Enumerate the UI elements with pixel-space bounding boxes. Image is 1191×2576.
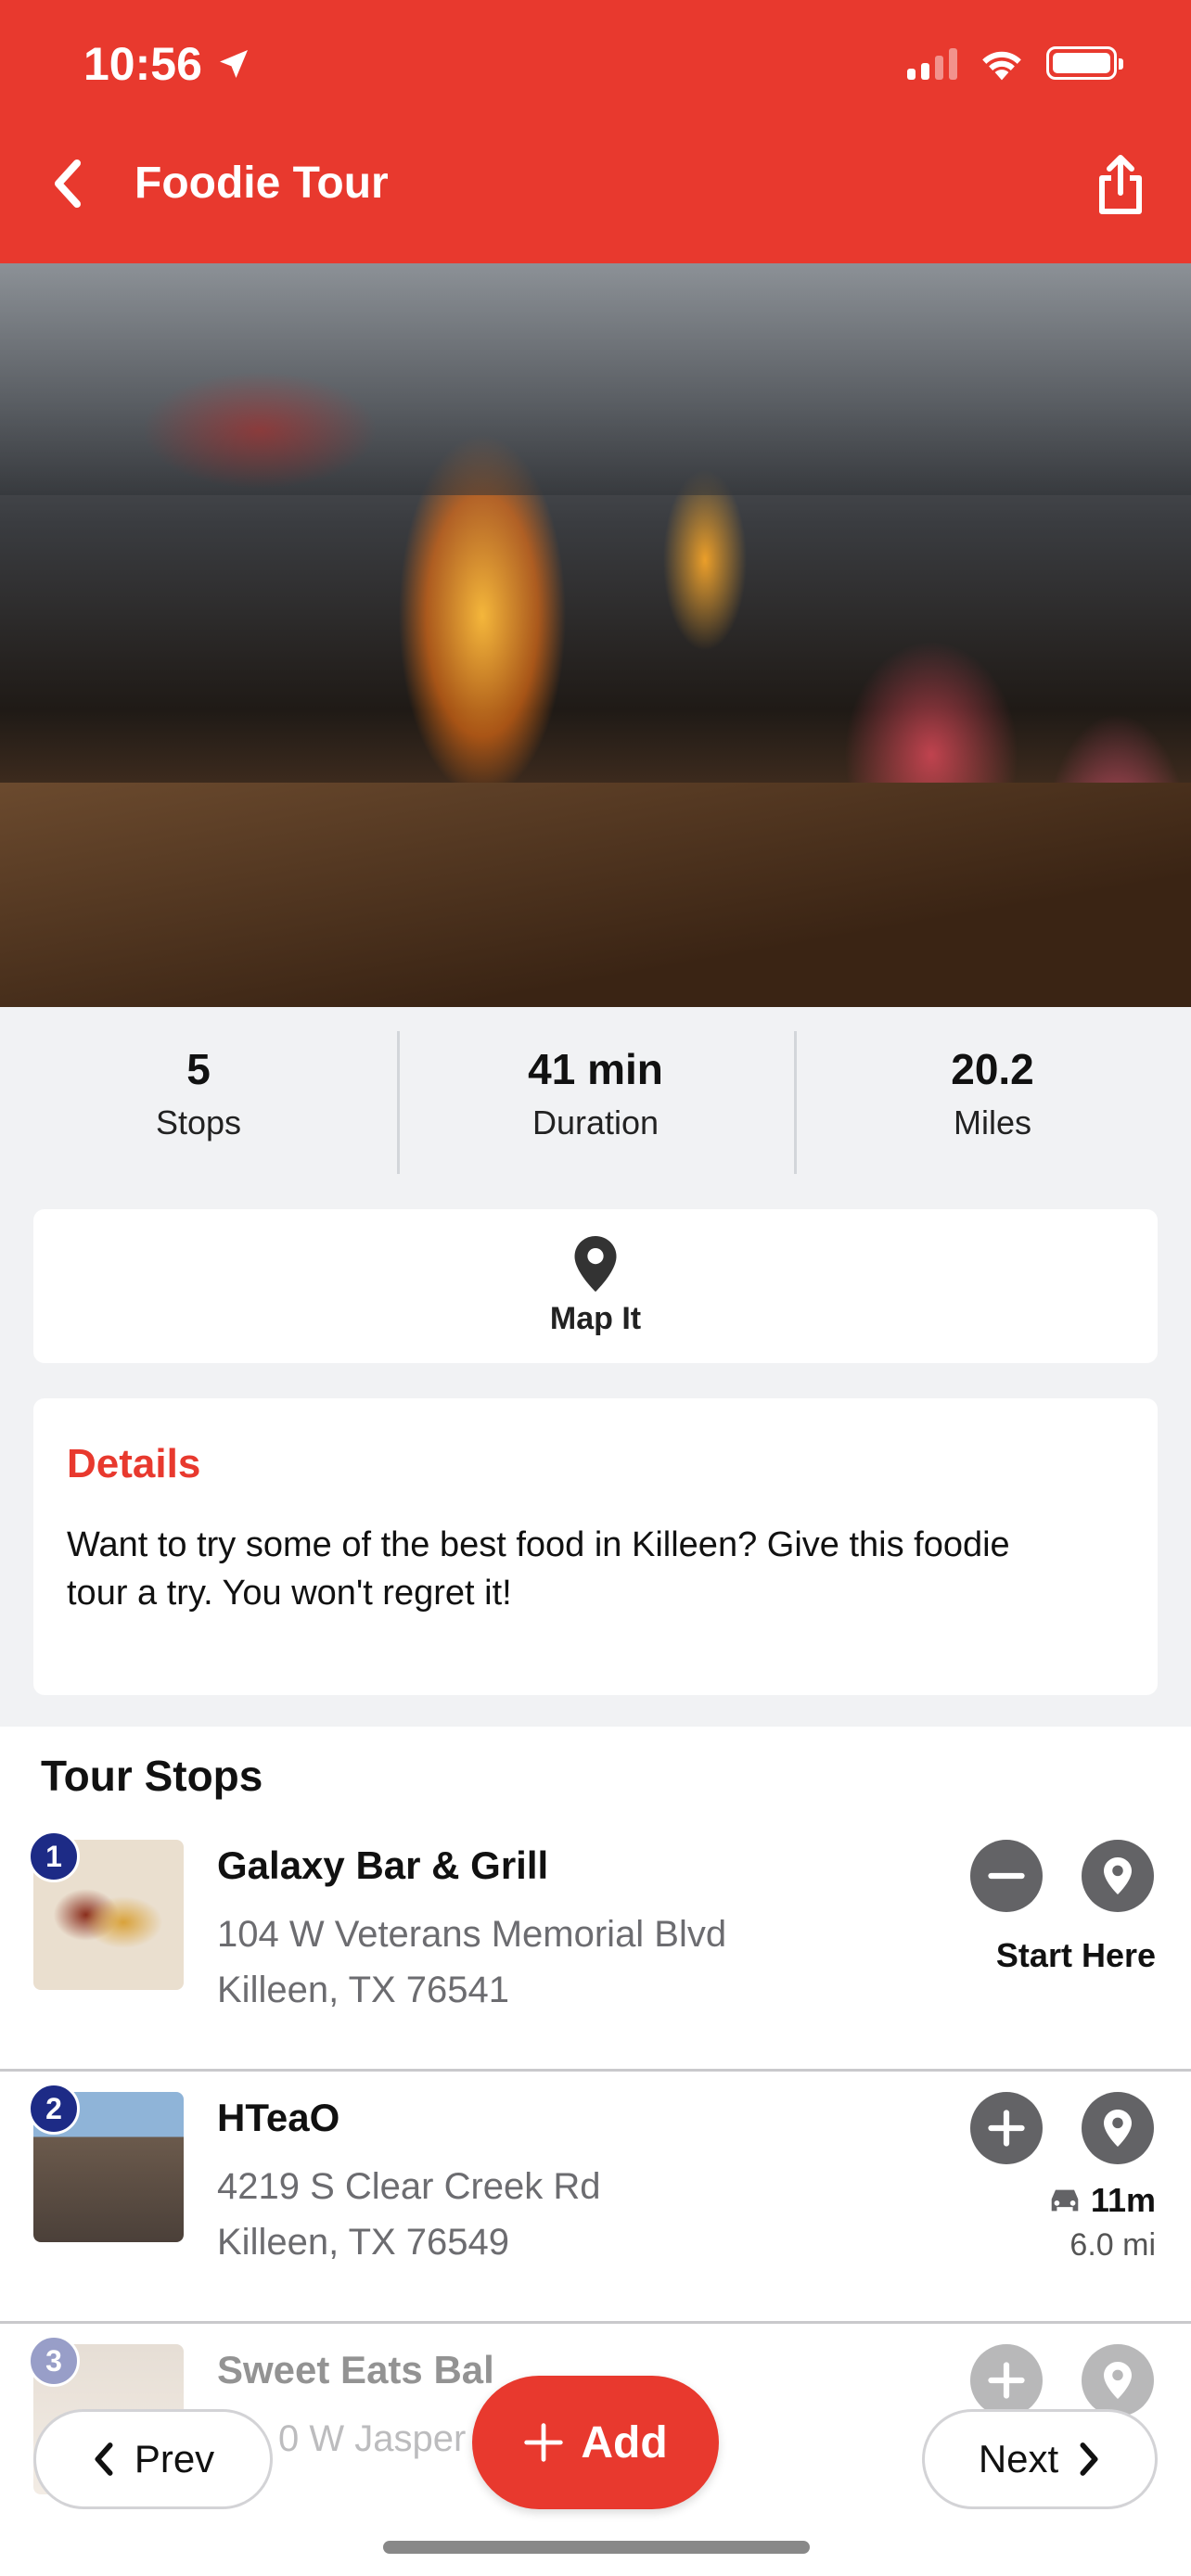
back-button[interactable] [45,156,91,211]
map-pin-icon [1104,1857,1132,1894]
tour-stop-1[interactable]: 1 Galaxy Bar & Grill 104 W Veterans Memo… [0,1819,1191,2072]
details-text: Want to try some of the best food in Kil… [67,1525,1010,1613]
stop-number-badge: 1 [28,1830,80,1882]
map-pin-icon [1104,2362,1132,2399]
stat-label: Miles [953,1103,1031,1141]
add-stop-button[interactable] [970,2092,1043,2164]
stat-duration: 41 min Duration [397,1007,794,1180]
remove-stop-button[interactable] [970,1840,1043,1912]
stat-miles: 20.2 Miles [794,1007,1191,1180]
drive-time-value: 11m [1090,2181,1156,2219]
plus-icon [988,2110,1025,2147]
stop-address: 104 W Veterans Memorial Blvd Killeen, TX… [217,1906,726,2018]
stop-name: Galaxy Bar & Grill [217,1843,549,1887]
car-icon [1051,2189,1079,2212]
next-label: Next [978,2437,1059,2480]
minus-icon [988,1872,1025,1880]
map-pin-icon [574,1235,617,1292]
stop-address-line2: Killeen, TX 76549 [217,2222,510,2263]
add-label: Add [581,2417,668,2468]
chevron-right-icon [1080,2442,1098,2476]
chevron-left-icon [95,2442,113,2476]
map-pin-icon [1104,2110,1132,2147]
app-header: 10:56 Foodie Tour [0,0,1191,263]
stop-name: HTeaO [217,2096,340,2139]
stat-label: Duration [531,1103,660,1141]
stat-value: 41 min [528,1045,663,1093]
stop-address-line1: 0 W Jasper [278,2418,467,2459]
plus-icon [988,2362,1025,2399]
plus-icon [524,2423,564,2462]
start-here-label: Start Here [995,1936,1156,1974]
stop-address: 0 W Jasper [278,2411,466,2467]
tour-hero-image [0,263,1191,1007]
status-time-text: 10:56 [83,38,202,90]
location-arrow-icon [219,50,248,78]
stop-name: Sweet Eats Bal [217,2348,494,2391]
page-title: Foodie Tour [134,159,389,208]
prev-label: Prev [134,2437,215,2480]
stop-number-badge: 2 [28,2083,80,2135]
stop-map-pin-button[interactable] [1082,1840,1154,1912]
tour-stats: 5 Stops 41 min Duration 20.2 Miles [0,1007,1191,1180]
details-title: Details [67,1441,201,1486]
stat-label: Stops [155,1103,242,1141]
share-button[interactable] [1093,152,1148,217]
map-it-label: Map It [549,1300,642,1336]
share-icon [1099,155,1142,214]
status-icons [907,45,1123,82]
details-card: Details Want to try some of the best foo… [33,1398,1158,1695]
stop-number-badge: 3 [28,2335,80,2387]
add-button[interactable]: Add [472,2376,719,2509]
drive-distance: 6.0 mi [1069,2227,1156,2263]
stat-value: 20.2 [951,1045,1034,1093]
chevron-left-icon [55,159,81,208]
add-stop-button[interactable] [970,2344,1043,2417]
stop-address: 4219 S Clear Creek Rd Killeen, TX 76549 [217,2159,601,2270]
stop-address-line1: 104 W Veterans Memorial Blvd [217,1914,727,1955]
stop-map-pin-button[interactable] [1082,2092,1154,2164]
stop-address-line1: 4219 S Clear Creek Rd [217,2166,601,2207]
stop-address-line2: Killeen, TX 76541 [217,1970,510,2010]
home-indicator [383,2541,810,2554]
tour-stop-2[interactable]: 2 HTeaO 4219 S Clear Creek Rd Killeen, T… [0,2072,1191,2324]
wifi-icon [982,51,1021,81]
stat-value: 5 [186,1045,211,1093]
cellular-signal-icon [907,46,957,80]
stat-stops: 5 Stops [0,1007,397,1180]
next-button[interactable]: Next [922,2409,1158,2509]
prev-button[interactable]: Prev [33,2409,273,2509]
drive-time: 11m [1046,2181,1156,2220]
status-time: 10:56 [83,37,252,91]
battery-icon [1046,46,1123,80]
tour-stops-title: Tour Stops [41,1752,263,1800]
stop-map-pin-button[interactable] [1082,2344,1154,2417]
map-it-button[interactable]: Map It [33,1209,1158,1363]
